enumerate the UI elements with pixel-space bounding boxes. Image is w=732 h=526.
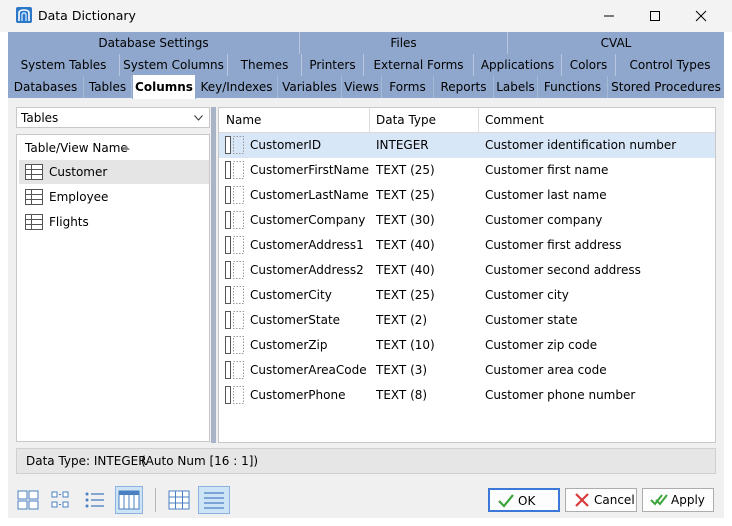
status-detail: (Auto Num [16 : 1]) [141, 454, 259, 468]
cancel-button[interactable]: Cancel [565, 488, 637, 512]
large-icons-view-button[interactable] [14, 486, 42, 514]
small-icons-view-icon [51, 491, 69, 508]
table-list-panel: Table/View Name Customer Employee Flight… [16, 134, 210, 442]
table-list-item[interactable]: Employee [19, 185, 209, 209]
row-lines-button[interactable] [198, 486, 230, 514]
status-bar: Data Type: INTEGER (Auto Num [16 : 1]) [16, 448, 716, 474]
tab-row-3: Databases Tables Columns Key/Indexes Var… [8, 74, 724, 99]
status-data-type: Data Type: INTEGER [26, 454, 147, 468]
column-header-data-type[interactable]: Data Type [376, 113, 436, 127]
sort-up-icon [122, 145, 130, 150]
tab-reports[interactable]: Reports [434, 76, 494, 98]
table-row[interactable]: CustomerCompany TEXT (30) Customer compa… [219, 208, 715, 233]
tab-files[interactable]: Files [300, 32, 508, 54]
title-bar: Data Dictionary [0, 0, 732, 32]
tab-row-1: Database Settings Files CVAL [8, 32, 724, 54]
app-icon [16, 7, 32, 23]
tab-strip: Database Settings Files CVAL System Tabl… [8, 32, 724, 99]
table-row[interactable]: CustomerAreaCode TEXT (3) Customer area … [219, 358, 715, 383]
table-row[interactable]: CustomerAddress1 TEXT (40) Customer firs… [219, 233, 715, 258]
window-title: Data Dictionary [38, 8, 136, 23]
small-icons-view-button[interactable] [47, 486, 75, 514]
table-row[interactable]: CustomerZip TEXT (10) Customer zip code [219, 333, 715, 358]
field-icon [225, 361, 244, 379]
field-icon [225, 386, 244, 404]
field-icon [225, 311, 244, 329]
tab-applications[interactable]: Applications [474, 54, 562, 76]
field-icon [225, 161, 244, 179]
dropdown-value: Tables [21, 111, 59, 125]
close-icon [695, 10, 707, 22]
table-row[interactable]: CustomerState TEXT (2) Customer state [219, 308, 715, 333]
tab-row-2: System Tables System Columns Themes Prin… [8, 54, 724, 76]
tab-external-forms[interactable]: External Forms [364, 54, 474, 76]
maximize-icon [650, 11, 660, 21]
grid-lines-button[interactable] [165, 486, 193, 514]
table-list-header[interactable]: Table/View Name [25, 141, 128, 155]
table-icon [25, 164, 43, 180]
tab-themes[interactable]: Themes [228, 54, 302, 76]
tab-labels[interactable]: Labels [494, 76, 538, 98]
table-list-item[interactable]: Customer [19, 160, 209, 184]
column-header-comment[interactable]: Comment [485, 113, 544, 127]
minimize-button[interactable] [586, 0, 632, 32]
apply-check-icon [650, 494, 668, 506]
field-icon [225, 211, 244, 229]
table-row[interactable]: CustomerFirstName TEXT (25) Customer fir… [219, 158, 715, 183]
apply-button[interactable]: Apply [642, 488, 714, 512]
row-lines-icon [204, 492, 224, 509]
field-icon [225, 286, 244, 304]
table-icon [25, 189, 43, 205]
tab-system-tables[interactable]: System Tables [8, 54, 120, 76]
table-row[interactable]: CustomerPhone TEXT (8) Customer phone nu… [219, 383, 715, 408]
maximize-button[interactable] [632, 0, 678, 32]
tab-colors[interactable]: Colors [562, 54, 616, 76]
tab-system-columns[interactable]: System Columns [120, 54, 228, 76]
tab-views[interactable]: Views [342, 76, 382, 98]
checkmark-icon [498, 494, 514, 508]
tab-printers[interactable]: Printers [302, 54, 364, 76]
table-list-item[interactable]: Flights [19, 210, 209, 234]
table-row[interactable]: CustomerCity TEXT (25) Customer city [219, 283, 715, 308]
tab-forms[interactable]: Forms [382, 76, 434, 98]
tab-functions[interactable]: Functions [538, 76, 608, 98]
column-header-name[interactable]: Name [226, 113, 261, 127]
object-type-dropdown[interactable]: Tables [16, 107, 210, 128]
tab-databases[interactable]: Databases [8, 76, 84, 98]
field-icon [225, 186, 244, 204]
table-row[interactable]: CustomerAddress2 TEXT (40) Customer seco… [219, 258, 715, 283]
chevron-down-icon [194, 115, 203, 121]
table-row[interactable]: CustomerLastName TEXT (25) Customer last… [219, 183, 715, 208]
columns-grid: Name Data Type Comment CustomerID INTEGE… [218, 107, 716, 443]
tab-control-types[interactable]: Control Types [616, 54, 724, 76]
list-view-icon [85, 492, 104, 508]
list-view-button[interactable] [80, 486, 108, 514]
tab-tables[interactable]: Tables [84, 76, 132, 98]
close-button[interactable] [678, 0, 724, 32]
field-icon [225, 136, 244, 154]
tab-cval[interactable]: CVAL [508, 32, 724, 54]
table-row[interactable]: CustomerID INTEGER Customer identificati… [219, 133, 715, 158]
details-view-button[interactable] [115, 486, 143, 514]
details-view-icon [118, 490, 140, 510]
large-icons-view-icon [17, 490, 39, 510]
minimize-icon [604, 15, 614, 17]
tab-stored-procedures[interactable]: Stored Procedures [608, 76, 724, 98]
grid-header: Name Data Type Comment [219, 108, 715, 133]
panel-splitter[interactable] [211, 107, 216, 443]
cancel-x-icon [575, 493, 589, 507]
field-icon [225, 261, 244, 279]
field-icon [225, 236, 244, 254]
grid-lines-icon [168, 490, 190, 510]
tab-key-indexes[interactable]: Key/Indexes [196, 76, 278, 98]
field-icon [225, 336, 244, 354]
tab-variables[interactable]: Variables [278, 76, 342, 98]
tab-columns[interactable]: Columns [132, 74, 196, 99]
tab-database-settings[interactable]: Database Settings [8, 32, 300, 54]
table-icon [25, 214, 43, 230]
ok-button[interactable]: OK [488, 488, 560, 512]
